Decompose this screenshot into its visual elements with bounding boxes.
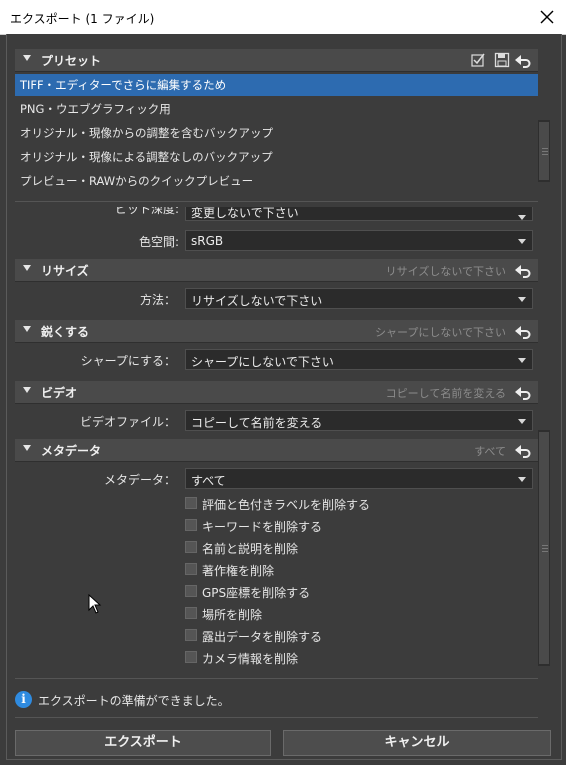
undo-icon[interactable] — [514, 51, 532, 69]
resize-summary: リサイズしないで下さい — [385, 265, 506, 278]
checkbox[interactable] — [185, 629, 197, 641]
status-message: エクスポートの準備ができました。 — [38, 694, 230, 708]
divider — [15, 717, 538, 718]
preset-item[interactable]: PNG・ウエブグラフィック用 — [15, 98, 538, 120]
sharpen-header[interactable]: 鋭くする シャープにしないで下さい — [15, 320, 538, 343]
metadata-label: メタデータ： — [103, 473, 176, 487]
checkbox[interactable] — [185, 607, 197, 619]
undo-icon[interactable] — [514, 441, 532, 459]
export-button[interactable]: エクスポート — [15, 730, 271, 756]
window-titlebar: エクスポート (1 ファイル) — [0, 0, 566, 35]
preset-item[interactable]: プレビュー・RAWからのクイックプレビュー — [15, 170, 538, 192]
preset-scrollbar[interactable] — [538, 120, 550, 182]
save-icon[interactable] — [494, 52, 510, 68]
collapse-icon[interactable] — [23, 326, 31, 332]
cursor-icon — [88, 594, 102, 614]
undo-icon[interactable] — [514, 261, 532, 279]
undo-icon[interactable] — [514, 383, 532, 401]
preset-scrollbar-thumb[interactable] — [539, 122, 549, 180]
collapse-icon[interactable] — [23, 265, 31, 271]
format-partial-row: ビット深度: 変更しないで下さい — [15, 207, 538, 227]
preset-item[interactable]: オリジナル・現像による調整なしのバックアップ — [15, 146, 538, 168]
dropdown-icon — [518, 477, 526, 482]
close-icon[interactable] — [536, 6, 558, 28]
presets-header[interactable]: プリセット — [15, 49, 538, 72]
preset-item[interactable]: TIFF・エディターでさらに編集するため — [15, 74, 538, 96]
video-summary: コピーして名前を変える — [385, 387, 506, 400]
presets-title: プリセット — [41, 54, 102, 68]
sharpen-title: 鋭くする — [41, 325, 90, 339]
window-title: エクスポート (1 ファイル) — [10, 12, 155, 26]
collapse-icon[interactable] — [23, 445, 31, 451]
dropdown-icon — [518, 239, 526, 244]
dropdown-icon — [518, 215, 526, 220]
undo-icon[interactable] — [514, 322, 532, 340]
settings-scrollbar-thumb[interactable] — [539, 432, 549, 664]
video-file-label: ビデオファイル： — [79, 415, 176, 429]
metadata-title: メタデータ — [41, 444, 102, 458]
sharpen-summary: シャープにしないで下さい — [374, 326, 506, 339]
resize-method-select[interactable]: リサイズしないで下さい — [185, 288, 533, 309]
video-header[interactable]: ビデオ コピーして名前を変える — [15, 381, 538, 404]
preset-list: TIFF・エディターでさらに編集するため PNG・ウエブグラフィック用 オリジナ… — [15, 74, 538, 196]
checkbox[interactable] — [185, 651, 197, 663]
settings-scrollbar[interactable] — [538, 430, 550, 666]
checkbox[interactable] — [185, 563, 197, 575]
metadata-select[interactable]: すべて — [185, 468, 533, 489]
collapse-icon[interactable] — [23, 387, 31, 393]
bit-depth-label: ビット深度: — [114, 207, 179, 216]
collapse-icon[interactable] — [23, 55, 31, 61]
checkbox[interactable] — [185, 497, 197, 509]
metadata-summary: すべて — [474, 445, 506, 458]
resize-title: リサイズ — [41, 264, 89, 278]
color-space-select[interactable]: sRGB — [185, 230, 533, 251]
cancel-button[interactable]: キャンセル — [283, 730, 551, 756]
sharpen-select[interactable]: シャープにしないで下さい — [185, 349, 533, 370]
dropdown-icon — [518, 419, 526, 424]
checkbox[interactable] — [185, 541, 197, 553]
splitter[interactable] — [15, 201, 538, 202]
checkbox[interactable] — [185, 585, 197, 597]
preset-item[interactable]: オリジナル・現像からの調整を含むバックアップ — [15, 122, 538, 144]
bit-depth-select[interactable]: 変更しないで下さい — [185, 207, 533, 221]
metadata-header[interactable]: メタデータ すべて — [15, 439, 538, 462]
divider — [15, 678, 538, 679]
color-space-label: 色空間: — [138, 235, 179, 249]
checkbox[interactable] — [185, 519, 197, 531]
dropdown-icon — [518, 297, 526, 302]
video-title: ビデオ — [41, 386, 78, 400]
sharpen-label: シャープにする： — [80, 354, 176, 368]
resize-header[interactable]: リサイズ リサイズしないで下さい — [15, 259, 538, 282]
checklist-icon[interactable] — [470, 52, 486, 68]
video-file-select[interactable]: コピーして名前を変える — [185, 410, 533, 431]
dropdown-icon — [518, 358, 526, 363]
resize-method-label: 方法： — [139, 293, 176, 307]
info-icon: i — [15, 691, 32, 708]
